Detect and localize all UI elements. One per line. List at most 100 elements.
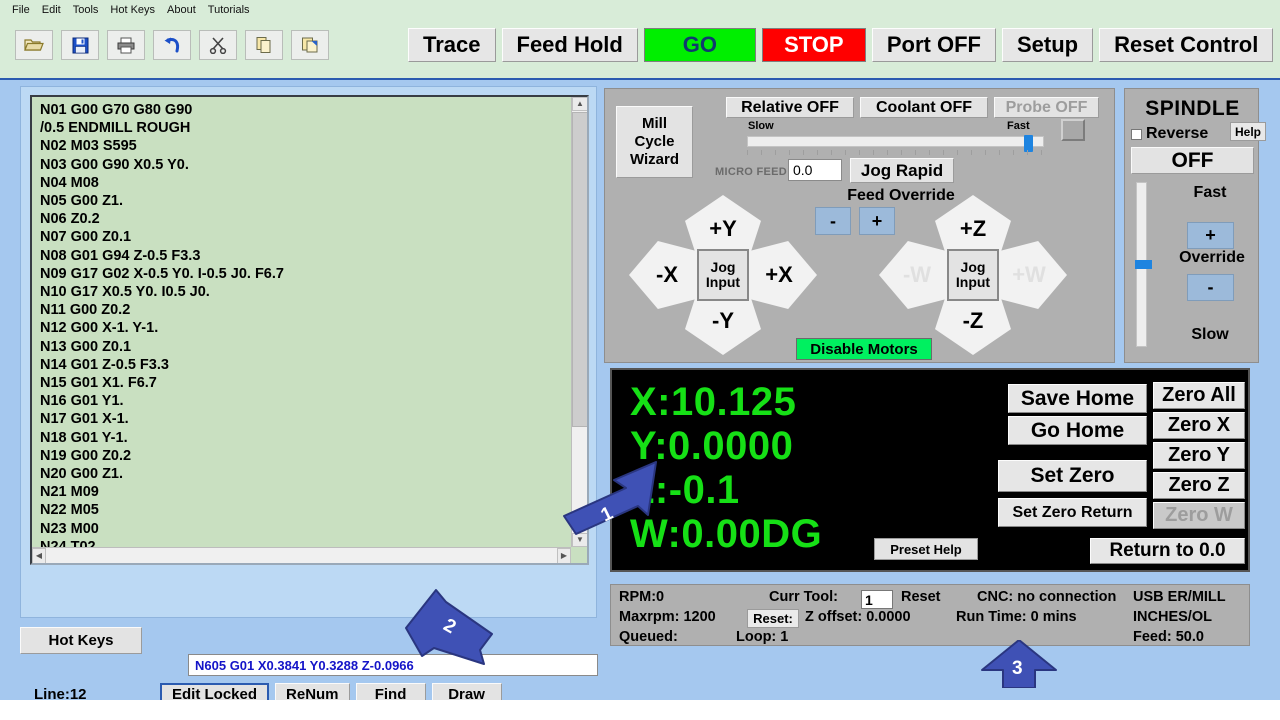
hot-keys-button[interactable]: Hot Keys	[20, 627, 142, 654]
jog-input-xy-line-2: Input	[705, 274, 741, 290]
print-button[interactable]	[107, 30, 145, 60]
copy-button[interactable]	[245, 30, 283, 60]
jog-minus-w-button: -W	[879, 241, 955, 309]
undo-button[interactable]	[153, 30, 191, 60]
dro-x-value: X:10.125	[630, 380, 797, 424]
scroll-up-icon[interactable]: ▲	[572, 97, 587, 111]
status-cnc-connection: CNC: no connection	[977, 589, 1117, 605]
status-usb-device: USB ER/MILL	[1133, 589, 1226, 605]
feed-override-minus-button[interactable]: -	[815, 207, 851, 235]
mill-cycle-wizard-button[interactable]: Mill Cycle Wizard	[616, 106, 693, 178]
spindle-help-button[interactable]: Help	[1230, 122, 1266, 141]
menu-tools[interactable]: Tools	[69, 2, 107, 18]
spindle-speed-slider[interactable]	[1135, 182, 1152, 347]
status-z-offset: Z offset: 0.0000	[805, 609, 911, 625]
micro-feed-input[interactable]	[788, 159, 842, 181]
status-run-time: Run Time: 0 mins	[956, 609, 1077, 625]
reset-control-button[interactable]: Reset Control	[1099, 28, 1274, 62]
setup-button[interactable]: Setup	[1001, 28, 1094, 62]
gcode-horizontal-scrollbar[interactable]: ◀ ▶	[32, 547, 571, 563]
jog-minus-x-button[interactable]: -X	[629, 241, 705, 309]
zero-y-button[interactable]: Zero Y	[1153, 442, 1245, 469]
probe-toggle-button: Probe OFF	[994, 97, 1099, 118]
jog-input-xy-button[interactable]: Jog Input	[697, 249, 749, 301]
jog-input-zw-button[interactable]: Jog Input	[947, 249, 999, 301]
menu-about[interactable]: About	[163, 2, 204, 18]
spindle-slow-label: Slow	[1191, 326, 1229, 343]
menu-file[interactable]: File	[8, 2, 38, 18]
zero-z-button[interactable]: Zero Z	[1153, 472, 1245, 499]
jog-rapid-button[interactable]: Jog Rapid	[850, 158, 954, 183]
spindle-override-plus-button[interactable]: +	[1187, 222, 1234, 249]
spindle-state-button[interactable]: OFF	[1131, 147, 1254, 174]
undo-icon	[164, 37, 180, 53]
spindle-override-minus-button[interactable]: -	[1187, 274, 1234, 301]
menu-hot-keys[interactable]: Hot Keys	[106, 2, 163, 18]
paste-button[interactable]	[291, 30, 329, 60]
micro-feed-label: MICRO FEED --	[715, 166, 799, 178]
save-home-button[interactable]: Save Home	[1008, 384, 1147, 413]
feed-hold-button[interactable]: Feed Hold	[501, 28, 638, 62]
preset-help-button[interactable]: Preset Help	[874, 538, 978, 560]
bottom-white-strip	[0, 700, 1280, 720]
cnc-control-app: File Edit Tools Hot Keys About Tutorials	[0, 0, 1280, 720]
gcode-editor-panel: N01 G00 G70 G80 G90 /0.5 ENDMILL ROUGH N…	[20, 86, 598, 706]
stop-button[interactable]: STOP	[761, 28, 866, 62]
jog-plus-x-button[interactable]: +X	[741, 241, 817, 309]
return-to-zero-button[interactable]: Return to 0.0	[1090, 538, 1245, 564]
feed-override-plus-button[interactable]: +	[859, 207, 895, 235]
printer-icon	[117, 37, 135, 53]
toolbar-action-group: Trace Feed Hold GO STOP Port OFF Setup R…	[408, 28, 1274, 62]
menu-edit[interactable]: Edit	[38, 2, 69, 18]
go-button[interactable]: GO	[643, 28, 756, 62]
status-bar: RPM:0 Maxrpm: 1200 Queued: Loop: 1 Curr …	[610, 584, 1250, 646]
vertical-scroll-thumb[interactable]	[572, 112, 587, 427]
gcode-listing: N01 G00 G70 G80 G90 /0.5 ENDMILL ROUGH N…	[40, 102, 284, 555]
status-queued: Queued:	[619, 629, 678, 645]
cut-button[interactable]	[199, 30, 237, 60]
dro-display-panel: X:10.125 Y:0.0000 Z:-0.1 W:0.00DG Preset…	[610, 368, 1250, 572]
curr-tool-input[interactable]	[861, 590, 893, 609]
zero-w-button: Zero W	[1153, 502, 1245, 529]
dro-readouts: X:10.125 Y:0.0000 Z:-0.1 W:0.00DG	[630, 380, 822, 556]
annotation-arrow-3: 3	[980, 639, 1058, 689]
wizard-line-1: Mill	[642, 115, 667, 132]
spindle-override-label: Override	[1179, 249, 1245, 266]
set-zero-return-button[interactable]: Set Zero Return	[998, 498, 1147, 527]
curr-tool-label: Curr Tool:	[769, 589, 838, 605]
spindle-reverse-checkbox[interactable]	[1131, 128, 1142, 140]
gcode-text-area[interactable]: N01 G00 G70 G80 G90 /0.5 ENDMILL ROUGH N…	[30, 95, 589, 565]
set-zero-button[interactable]: Set Zero	[998, 460, 1147, 492]
toolbar-icon-group	[15, 30, 329, 60]
open-file-button[interactable]	[15, 30, 53, 60]
tool-reset-button[interactable]: Reset	[901, 589, 941, 605]
copy-icon	[256, 37, 271, 53]
jog-speed-slider[interactable]	[747, 135, 1044, 152]
save-button[interactable]	[61, 30, 99, 60]
menu-tutorials[interactable]: Tutorials	[204, 2, 258, 18]
gcode-vertical-scrollbar[interactable]: ▲ ▼	[571, 97, 587, 547]
wizard-line-2: Cycle	[634, 133, 675, 150]
port-button[interactable]: Port OFF	[871, 28, 996, 62]
zero-all-button[interactable]: Zero All	[1153, 382, 1245, 409]
trace-button[interactable]: Trace	[408, 28, 496, 62]
scroll-left-icon[interactable]: ◀	[32, 548, 46, 563]
scroll-right-icon[interactable]: ▶	[557, 548, 571, 563]
z-offset-reset-button[interactable]: Reset:	[747, 609, 799, 628]
coolant-toggle-button[interactable]: Coolant OFF	[860, 97, 988, 118]
jog-input-xy-line-1: Jog	[710, 259, 736, 275]
spindle-reverse-label: Reverse	[1146, 125, 1209, 142]
jog-input-zw-line-2: Input	[955, 274, 991, 290]
spindle-speed-slider-thumb[interactable]	[1135, 260, 1152, 269]
speed-slider-fast-label: Fast	[1007, 120, 1030, 132]
scroll-down-icon[interactable]: ▼	[572, 533, 587, 547]
go-home-button[interactable]: Go Home	[1008, 416, 1147, 445]
wizard-line-3: Wizard	[629, 151, 680, 168]
command-input[interactable]	[188, 654, 598, 676]
disable-motors-button[interactable]: Disable Motors	[796, 338, 932, 360]
menu-bar: File Edit Tools Hot Keys About Tutorials	[0, 0, 1280, 20]
zero-x-button[interactable]: Zero X	[1153, 412, 1245, 439]
probe-indicator-swatch[interactable]	[1061, 119, 1085, 141]
relative-toggle-button[interactable]: Relative OFF	[726, 97, 854, 118]
spindle-reverse-row[interactable]: Reverse	[1131, 125, 1208, 143]
